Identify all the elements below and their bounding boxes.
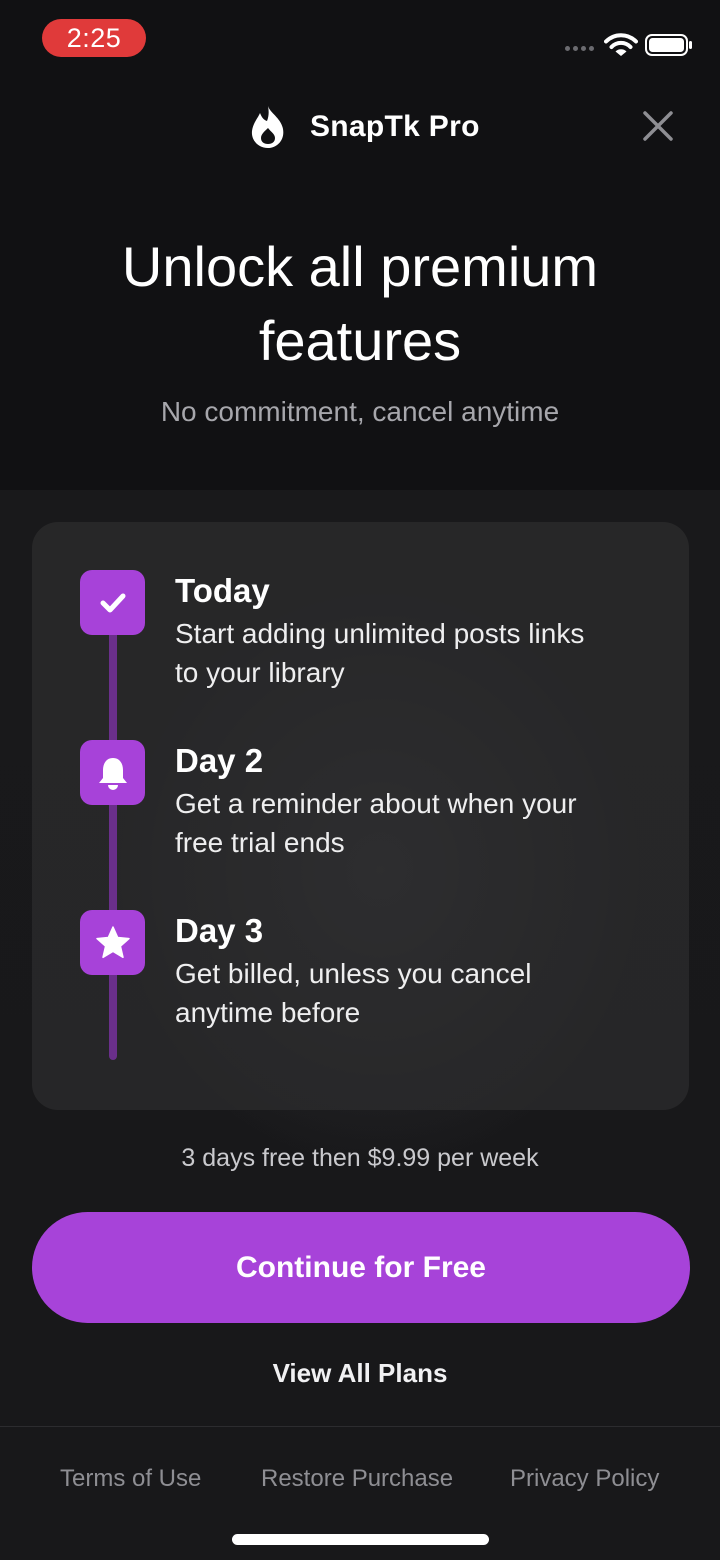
step-description-line: Get a reminder about when your [175,788,577,819]
wifi-icon [604,33,638,56]
step-icon-box [80,740,145,805]
home-indicator[interactable] [232,1534,489,1545]
footer-divider [0,1426,720,1427]
pricing-note: 3 days free then $9.99 per week [181,1144,539,1172]
view-all-plans-link[interactable]: View All Plans [0,1358,720,1389]
step-description-line: anytime before [175,997,361,1028]
step-title: Today [175,572,270,609]
headline-line: Unlock all premium [121,235,599,298]
step-description: Get a reminder about when your free tria… [175,784,665,862]
step-icon-box [80,570,145,635]
close-button[interactable] [636,104,680,148]
step-description: Get billed, unless you cancel anytime be… [175,954,665,1032]
step-description-line: to your library [175,657,345,688]
restore-purchase-link[interactable]: Restore Purchase [261,1465,453,1493]
terms-of-use-link[interactable]: Terms of Use [60,1465,201,1493]
paywall-screen: 2:25 SnapTk Pro Unlock all premium featu… [0,0,720,1560]
trial-timeline-card: Today Start adding unlimited posts links… [32,522,689,1110]
cellular-signal-icon [565,46,594,51]
brand-name: SnapTk Pro [310,110,480,143]
bell-icon [98,757,127,790]
battery-icon [645,34,692,56]
status-time: 2:25 [42,19,146,57]
step-description: Start adding unlimited posts links to yo… [175,614,665,692]
page-title: Unlock all premium features [40,230,680,378]
subtitle: No commitment, cancel anytime [160,396,560,427]
headline-line: features [258,309,462,372]
flame-logo-icon [251,106,284,148]
privacy-policy-link[interactable]: Privacy Policy [510,1465,659,1493]
step-description-line: free trial ends [175,827,345,858]
step-description-line: Start adding unlimited posts links [175,618,585,649]
step-title: Day 3 [175,912,264,949]
step-icon-box [80,910,145,975]
status-bar: 2:25 [0,0,720,80]
step-description-line: Get billed, unless you cancel [175,958,532,989]
continue-for-free-button[interactable]: Continue for Free [32,1212,690,1323]
step-title: Day 2 [175,742,264,779]
check-icon [100,593,125,612]
timeline-track [109,582,117,1060]
brand-header: SnapTk Pro [250,100,480,154]
star-icon [95,925,130,958]
